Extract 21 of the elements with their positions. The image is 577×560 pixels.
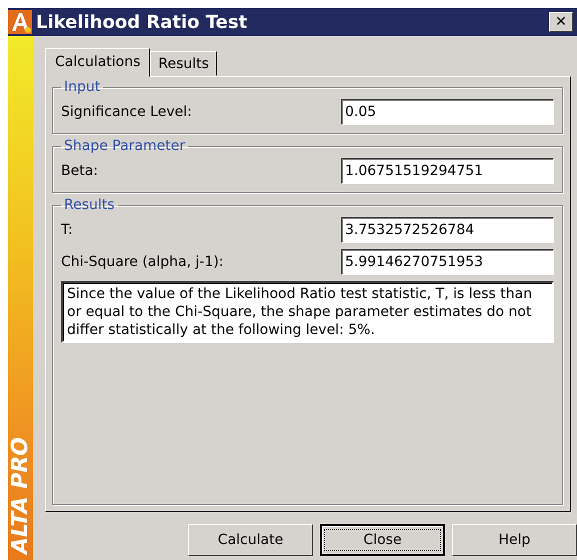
tab[interactable]: Calculations [45,48,150,77]
app-logo-icon [8,10,32,34]
tab[interactable]: Results [150,51,217,76]
input-field[interactable]: 1.06751519294751 [341,158,554,184]
close-button[interactable]: ✕ [549,12,573,32]
input-field[interactable]: 3.7532572526784 [341,217,554,243]
field-label: T: [61,222,73,238]
field-label: Significance Level: [61,104,192,120]
group-title: Input [63,79,102,95]
dialog-button[interactable]: Calculate [188,524,313,556]
message-text: Since the value of the Likelihood Ratio test statistic, T, is less than or equal to the Chi-Square, the shape parameter estimates do not differ statistically at the following level: 5%. [67,286,532,338]
group-title: Results [63,197,116,213]
group-title: Shape Parameter [63,138,186,154]
brand-text: ALTA PRO [8,436,33,554]
dialog-button[interactable]: Close [320,524,445,556]
input-field[interactable]: 0.05 [341,99,554,125]
dialog-button[interactable]: Help [452,524,577,556]
field-label: Chi-Square (alpha, j-1): [61,254,224,270]
window-title: Likelihood Ratio Test [36,12,248,32]
field-label: Beta: [61,163,98,179]
input-field[interactable]: 5.99146270751953 [341,249,554,275]
